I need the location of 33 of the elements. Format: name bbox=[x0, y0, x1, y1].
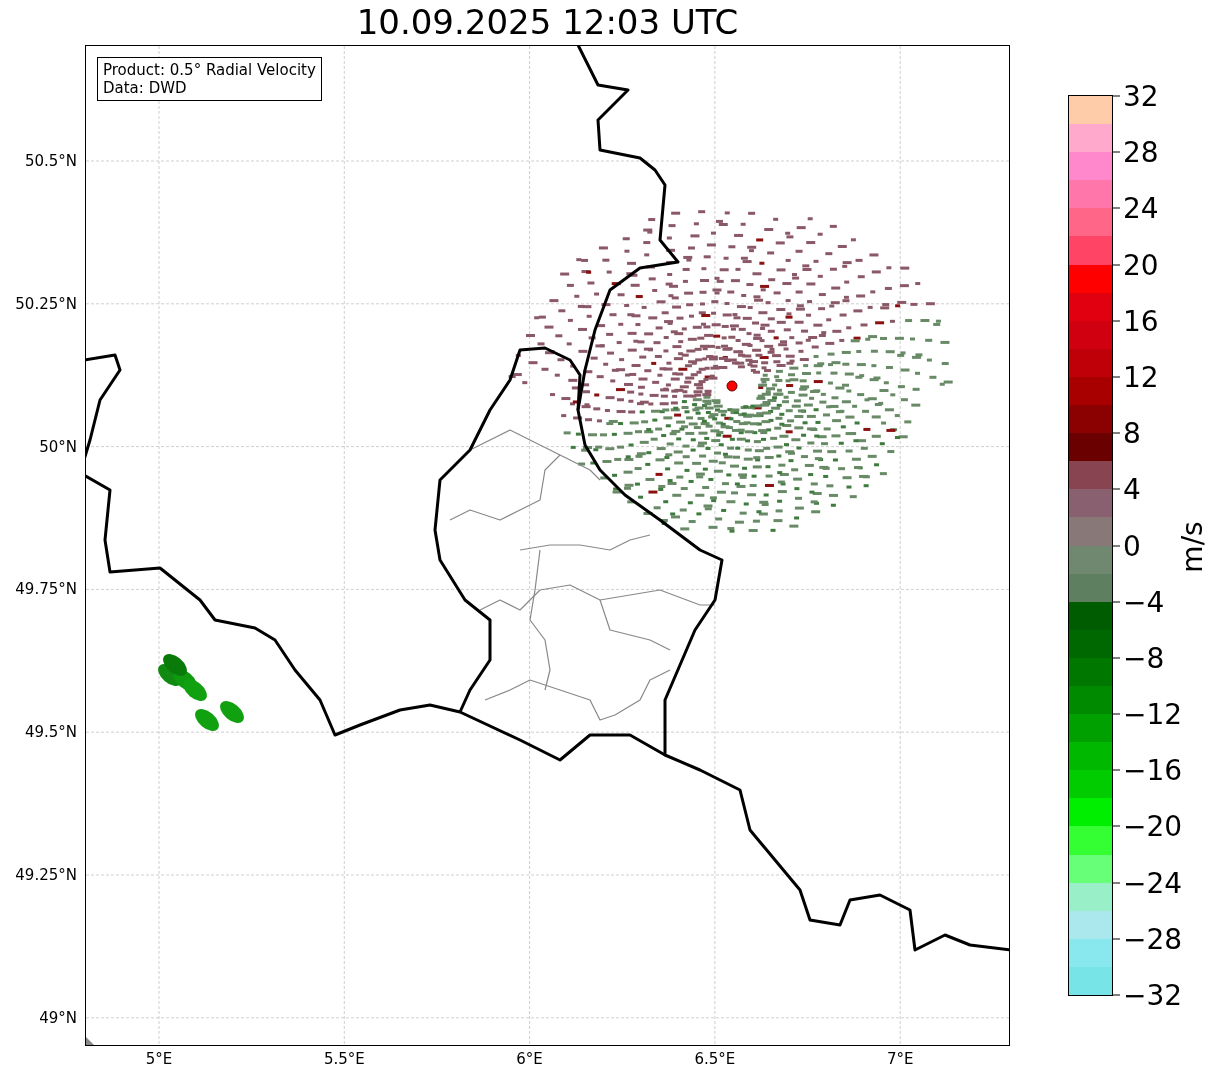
colorbar-tick-label: −28 bbox=[1123, 922, 1183, 956]
colorbar-tick-label: 12 bbox=[1123, 360, 1159, 394]
axis-tick-label: 49.25°N bbox=[15, 866, 77, 884]
colorbar-tick-label: 0 bbox=[1123, 529, 1141, 562]
colorbar-tick-label: −4 bbox=[1123, 585, 1165, 619]
axis-tick-label: 7°E bbox=[886, 1050, 914, 1068]
axis-tick-label: 5.5°E bbox=[323, 1050, 365, 1068]
colorbar-tick-label: 4 bbox=[1123, 472, 1141, 506]
axis-tick-label: 50.5°N bbox=[24, 152, 77, 170]
axis-tick-label: 49.5°N bbox=[24, 723, 77, 742]
axis-tick-label: 6°E bbox=[516, 1050, 543, 1068]
colorbar-tick-label: 32 bbox=[1123, 79, 1159, 113]
colorbar-tick-label: −8 bbox=[1123, 641, 1165, 675]
colorbar-tick-label: 8 bbox=[1123, 416, 1141, 450]
axis-tick-label: 6.5°E bbox=[694, 1050, 736, 1068]
colorbar-tick-label: 28 bbox=[1123, 135, 1159, 169]
colorbar-tick-label: −20 bbox=[1123, 809, 1183, 843]
colorbar-tick-label: 20 bbox=[1123, 248, 1159, 282]
chart-title: 10.09.2025 12:03 UTC bbox=[355, 1, 740, 44]
colorbar-tick-label: −24 bbox=[1123, 866, 1183, 900]
axis-tick-label: 49°N bbox=[39, 1008, 77, 1027]
axis-tick-label: 5°E bbox=[145, 1050, 173, 1068]
axis-tick-label: 49.75°N bbox=[15, 580, 77, 599]
colorbar-tick-label: 16 bbox=[1123, 304, 1159, 338]
axis-tick-label: 50.25°N bbox=[15, 294, 77, 313]
colorbar-label: m/s bbox=[1175, 521, 1209, 573]
colorbar-tick-label: −32 bbox=[1123, 978, 1183, 1012]
colorbar-tick-label: −16 bbox=[1123, 753, 1183, 787]
colorbar-tick-label: 24 bbox=[1123, 191, 1159, 225]
info-text: Data: DWD bbox=[103, 79, 188, 97]
colorbar-tick-label: −12 bbox=[1123, 697, 1183, 731]
info-text: Product: 0.5° Radial Velocity bbox=[103, 61, 316, 79]
axis-tick-label: 50°N bbox=[39, 437, 77, 456]
